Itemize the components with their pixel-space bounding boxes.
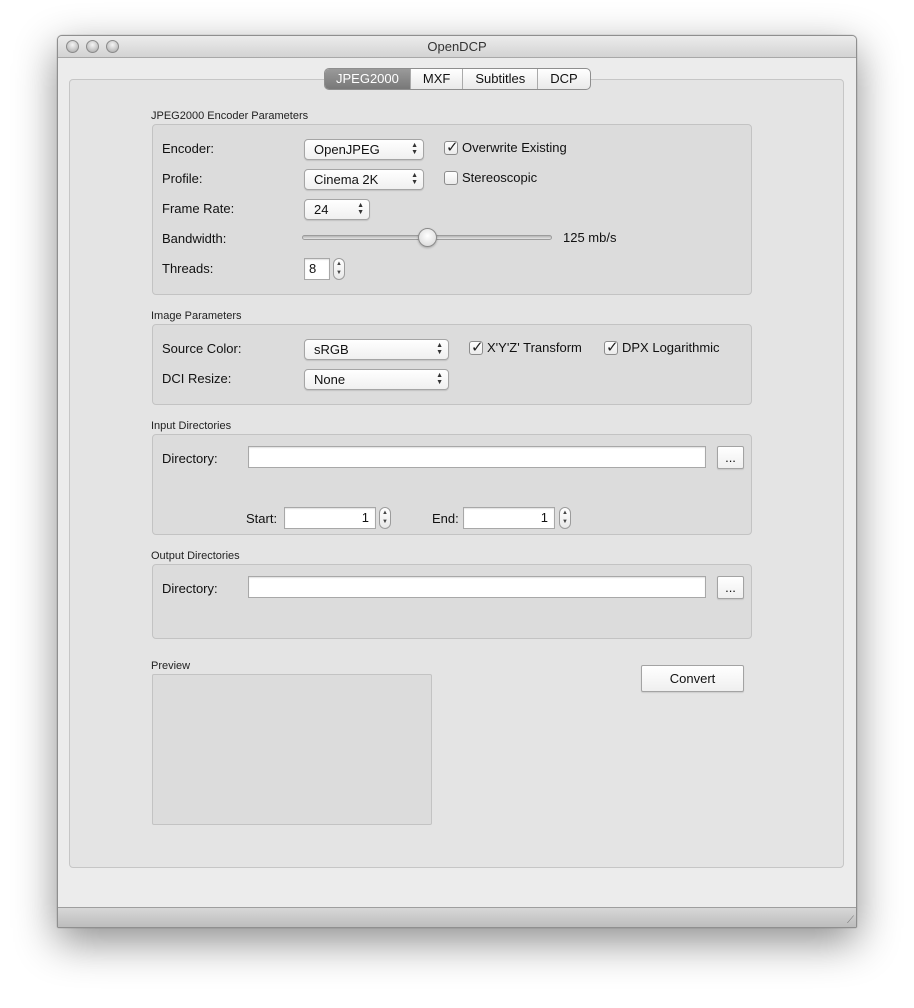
start-stepper[interactable]: ▲ ▼ xyxy=(379,507,391,529)
encoder-params-group: Encoder: OpenJPEG ▲ ▼ ✓ Overwrite Existin… xyxy=(152,124,752,295)
dci-resize-select[interactable]: None ▲ ▼ xyxy=(304,369,449,390)
input-browse-button[interactable]: ... xyxy=(717,446,744,469)
encoder-label: Encoder: xyxy=(162,141,215,156)
bandwidth-label: Bandwidth: xyxy=(162,231,227,246)
stereoscopic-checkbox[interactable]: Stereoscopic xyxy=(444,170,537,185)
checkbox-unchecked-icon xyxy=(444,170,458,185)
resize-grip-icon[interactable]: ⟋ xyxy=(847,915,854,926)
output-dirs-group: Directory: ... xyxy=(152,564,752,639)
frame-rate-select[interactable]: 24 ▲ ▼ xyxy=(304,199,370,220)
start-input[interactable]: 1 xyxy=(284,507,376,529)
app-window: OpenDCP JPEG2000 MXF Subtitles DCP JPEG2… xyxy=(57,35,857,928)
popup-arrows-icon: ▲ ▼ xyxy=(357,202,364,216)
frame-rate-label: Frame Rate: xyxy=(162,201,235,216)
status-bar: ⟋ xyxy=(58,907,856,927)
tab-bar: JPEG2000 MXF Subtitles DCP xyxy=(324,68,591,90)
checkbox-checked-icon: ✓ xyxy=(604,338,619,356)
minimize-window-icon[interactable] xyxy=(86,40,99,53)
overwrite-existing-label: Overwrite Existing xyxy=(462,140,567,155)
output-dirs-title: Output Directories xyxy=(151,550,240,562)
frame-rate-select-value: 24 xyxy=(314,202,329,217)
threads-label: Threads: xyxy=(162,261,214,276)
xyz-transform-checkbox[interactable]: ✓ X'Y'Z' Transform xyxy=(469,338,582,356)
image-params-title: Image Parameters xyxy=(151,310,242,322)
tab-subtitles[interactable]: Subtitles xyxy=(462,69,537,89)
source-color-select-value: sRGB xyxy=(314,342,349,357)
output-directory-field[interactable] xyxy=(248,576,706,598)
image-params-group: Source Color: sRGB ▲ ▼ ✓ X'Y'Z' Transform… xyxy=(152,324,752,405)
threads-input[interactable]: 8 xyxy=(304,258,330,280)
convert-button[interactable]: Convert xyxy=(641,665,744,692)
dpx-logarithmic-label: DPX Logarithmic xyxy=(622,340,720,355)
end-input[interactable]: 1 xyxy=(463,507,555,529)
zoom-window-icon[interactable] xyxy=(106,40,119,53)
bandwidth-value: 125 mb/s xyxy=(563,230,617,245)
profile-select[interactable]: Cinema 2K ▲ ▼ xyxy=(304,169,424,190)
output-browse-button[interactable]: ... xyxy=(717,576,744,599)
preview-area xyxy=(152,674,432,825)
input-dirs-group: Directory: ... Start: 1 ▲ ▼ End: 1 ▲ ▼ xyxy=(152,434,752,535)
dpx-logarithmic-checkbox[interactable]: ✓ DPX Logarithmic xyxy=(604,338,720,356)
input-directory-field[interactable] xyxy=(248,446,706,468)
output-directory-label: Directory: xyxy=(162,581,218,596)
preview-title: Preview xyxy=(151,660,191,672)
encoder-select-value: OpenJPEG xyxy=(314,142,380,157)
tab-dcp[interactable]: DCP xyxy=(537,69,589,89)
end-stepper[interactable]: ▲ ▼ xyxy=(559,507,571,529)
profile-label: Profile: xyxy=(162,171,203,186)
popup-arrows-icon: ▲ ▼ xyxy=(411,142,418,156)
popup-arrows-icon: ▲ ▼ xyxy=(436,342,443,356)
tab-content: JPEG2000 Encoder Parameters Encoder: Ope… xyxy=(69,79,844,868)
popup-arrows-icon: ▲ ▼ xyxy=(411,172,418,186)
dci-resize-select-value: None xyxy=(314,372,346,387)
input-dirs-title: Input Directories xyxy=(151,420,232,432)
end-label: End: xyxy=(432,511,459,526)
encoder-select[interactable]: OpenJPEG ▲ ▼ xyxy=(304,139,424,160)
tab-jpeg2000[interactable]: JPEG2000 xyxy=(325,69,410,89)
overwrite-existing-checkbox[interactable]: ✓ Overwrite Existing xyxy=(444,138,567,156)
window-title: OpenDCP xyxy=(427,39,487,54)
start-label: Start: xyxy=(246,511,278,526)
stereoscopic-label: Stereoscopic xyxy=(462,170,538,185)
xyz-transform-label: X'Y'Z' Transform xyxy=(487,340,582,355)
close-window-icon[interactable] xyxy=(66,40,79,53)
threads-stepper[interactable]: ▲ ▼ xyxy=(333,258,345,280)
bandwidth-slider-knob[interactable] xyxy=(418,228,437,247)
dci-resize-label: DCI Resize: xyxy=(162,371,232,386)
checkbox-checked-icon: ✓ xyxy=(469,338,484,356)
title-bar: OpenDCP xyxy=(58,36,856,58)
profile-select-value: Cinema 2K xyxy=(314,172,379,187)
input-directory-label: Directory: xyxy=(162,451,218,466)
source-color-select[interactable]: sRGB ▲ ▼ xyxy=(304,339,449,360)
checkbox-checked-icon: ✓ xyxy=(444,138,459,156)
encoder-params-title: JPEG2000 Encoder Parameters xyxy=(151,110,309,122)
source-color-label: Source Color: xyxy=(162,341,242,356)
popup-arrows-icon: ▲ ▼ xyxy=(436,372,443,386)
tab-mxf[interactable]: MXF xyxy=(409,69,462,89)
